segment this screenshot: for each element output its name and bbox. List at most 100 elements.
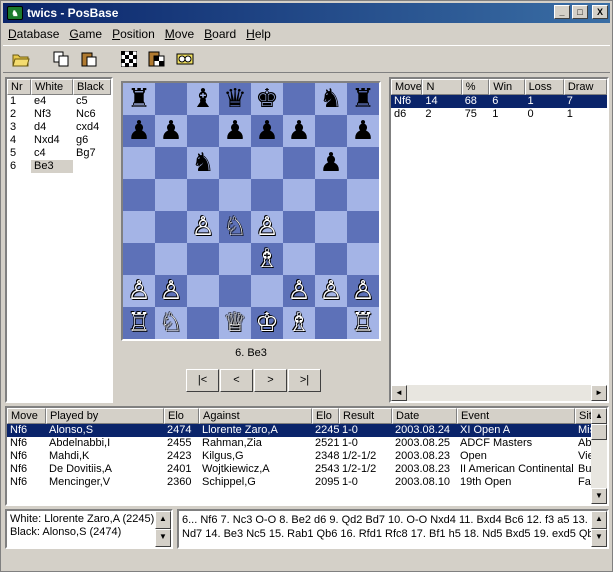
board-square[interactable]: ♟ (315, 147, 347, 179)
board-square[interactable]: ♕ (219, 307, 251, 339)
header-elo[interactable]: Elo (164, 408, 199, 424)
header-move[interactable]: Move (391, 79, 423, 95)
notation-scroll-up-icon[interactable]: ▲ (591, 511, 607, 529)
chess-piece-icon[interactable]: ♜ (127, 83, 150, 115)
board-square[interactable] (155, 147, 187, 179)
info-vscrollbar[interactable]: ▲ ▼ (155, 511, 171, 547)
chess-piece-icon[interactable]: ♙ (127, 275, 150, 307)
previous-move-button[interactable]: < (220, 369, 253, 392)
chess-piece-icon[interactable]: ♖ (127, 307, 150, 339)
board-square[interactable] (155, 179, 187, 211)
notation-scroll-down-icon[interactable]: ▼ (591, 529, 607, 547)
board-square[interactable] (347, 147, 379, 179)
board-square[interactable] (187, 179, 219, 211)
board-square[interactable] (283, 211, 315, 243)
header-black[interactable]: Black (73, 79, 111, 95)
header-n[interactable]: N (422, 79, 462, 95)
header-draw[interactable]: Draw (563, 79, 607, 95)
board-square[interactable]: ♙ (315, 275, 347, 307)
board-paste-icon[interactable] (145, 48, 169, 70)
chess-piece-icon[interactable]: ♗ (287, 307, 310, 339)
game-row[interactable]: Nf6 Abdelnabbi,I 2455 Rahman,Zia 2521 1-0 2003… (7, 437, 607, 450)
header-loss[interactable]: Loss (524, 79, 564, 95)
board-square[interactable]: ♙ (123, 275, 155, 307)
chess-piece-icon[interactable]: ♟ (223, 115, 246, 147)
board-square[interactable]: ♖ (347, 307, 379, 339)
board-square[interactable]: ♞ (315, 83, 347, 115)
board-square[interactable] (187, 243, 219, 275)
chess-piece-icon[interactable]: ♙ (159, 275, 182, 307)
engine-icon[interactable] (173, 48, 197, 70)
open-folder-icon[interactable] (9, 48, 33, 70)
header-played-by[interactable]: Played by (46, 408, 164, 424)
move-row[interactable]: 3 d4 cxd4 (7, 121, 111, 134)
chess-piece-icon[interactable]: ♟ (255, 115, 278, 147)
menu-position[interactable]: Position (107, 25, 160, 43)
chess-piece-icon[interactable]: ♙ (191, 211, 214, 243)
menu-move[interactable]: Move (160, 25, 199, 43)
close-button[interactable]: X (592, 5, 608, 19)
board-square[interactable] (315, 307, 347, 339)
stats-row[interactable]: Nf6 14 68 6 1 7 (391, 95, 607, 108)
board-square[interactable]: ♖ (123, 307, 155, 339)
board-square[interactable]: ♟ (283, 115, 315, 147)
chess-piece-icon[interactable]: ♖ (351, 307, 374, 339)
board-square[interactable]: ♟ (347, 115, 379, 147)
chess-piece-icon[interactable]: ♞ (319, 83, 342, 115)
game-row[interactable]: Nf6 Mahdi,K 2423 Kilgus,G 2348 1/2-1/2 2003.08… (7, 450, 607, 463)
board-square[interactable]: ♟ (123, 115, 155, 147)
board-square[interactable] (123, 179, 155, 211)
board-square[interactable] (123, 211, 155, 243)
copy-icon[interactable] (49, 48, 73, 70)
board-square[interactable] (315, 179, 347, 211)
chess-piece-icon[interactable]: ♙ (351, 275, 374, 307)
game-row[interactable]: Nf6 De Dovitiis,A 2401 Wojtkiewicz,A 2543 1/2… (7, 463, 607, 476)
board-square[interactable]: ♙ (283, 275, 315, 307)
board-square[interactable] (283, 179, 315, 211)
chess-piece-icon[interactable]: ♚ (255, 83, 278, 115)
header-event[interactable]: Event (457, 408, 575, 424)
board-square[interactable]: ♟ (219, 115, 251, 147)
info-scroll-down-icon[interactable]: ▼ (155, 529, 171, 547)
board-square[interactable] (155, 83, 187, 115)
board-square[interactable] (251, 179, 283, 211)
chess-piece-icon[interactable]: ♝ (191, 83, 214, 115)
board-square[interactable]: ♗ (283, 307, 315, 339)
header-white[interactable]: White (31, 79, 73, 95)
scroll-right-icon[interactable]: ► (591, 385, 607, 401)
board-square[interactable] (155, 211, 187, 243)
games-vscrollbar[interactable]: ▲ ▼ (591, 408, 607, 504)
game-row[interactable]: Nf6 Alonso,S 2474 Llorente Zaro,A 2245 1-0 200… (7, 424, 607, 437)
header-win[interactable]: Win (489, 79, 525, 95)
board-square[interactable]: ♙ (187, 211, 219, 243)
board-square[interactable]: ♜ (123, 83, 155, 115)
board-square[interactable] (315, 115, 347, 147)
board-square[interactable] (187, 115, 219, 147)
board-square[interactable] (283, 83, 315, 115)
game-row[interactable]: Nf6 Mencinger,V 2360 Schippel,G 2095 1-0 2003.… (7, 476, 607, 489)
board-square[interactable]: ♙ (347, 275, 379, 307)
move-row[interactable]: 2 Nf3 Nc6 (7, 108, 111, 121)
board-square[interactable]: ♙ (251, 211, 283, 243)
header-result[interactable]: Result (339, 408, 392, 424)
notation-vscrollbar[interactable]: ▲ ▼ (591, 511, 607, 547)
chess-piece-icon[interactable]: ♗ (255, 243, 278, 275)
board-square[interactable] (219, 147, 251, 179)
move-row[interactable]: 5 c4 Bg7 (7, 147, 111, 160)
board-square[interactable] (347, 179, 379, 211)
header-nr[interactable]: Nr (7, 79, 31, 95)
minimize-button[interactable]: _ (554, 5, 570, 19)
board-square[interactable]: ♗ (251, 243, 283, 275)
board-square[interactable]: ♟ (251, 115, 283, 147)
board-square[interactable]: ♜ (347, 83, 379, 115)
board-square[interactable] (219, 179, 251, 211)
board-square[interactable] (187, 307, 219, 339)
chess-piece-icon[interactable]: ♜ (351, 83, 374, 115)
chess-piece-icon[interactable]: ♙ (287, 275, 310, 307)
first-move-button[interactable]: |< (186, 369, 219, 392)
chess-piece-icon[interactable]: ♕ (223, 307, 246, 339)
chess-piece-icon[interactable]: ♔ (255, 307, 278, 339)
board-square[interactable]: ♘ (155, 307, 187, 339)
chess-piece-icon[interactable]: ♘ (159, 307, 182, 339)
board-icon[interactable] (117, 48, 141, 70)
